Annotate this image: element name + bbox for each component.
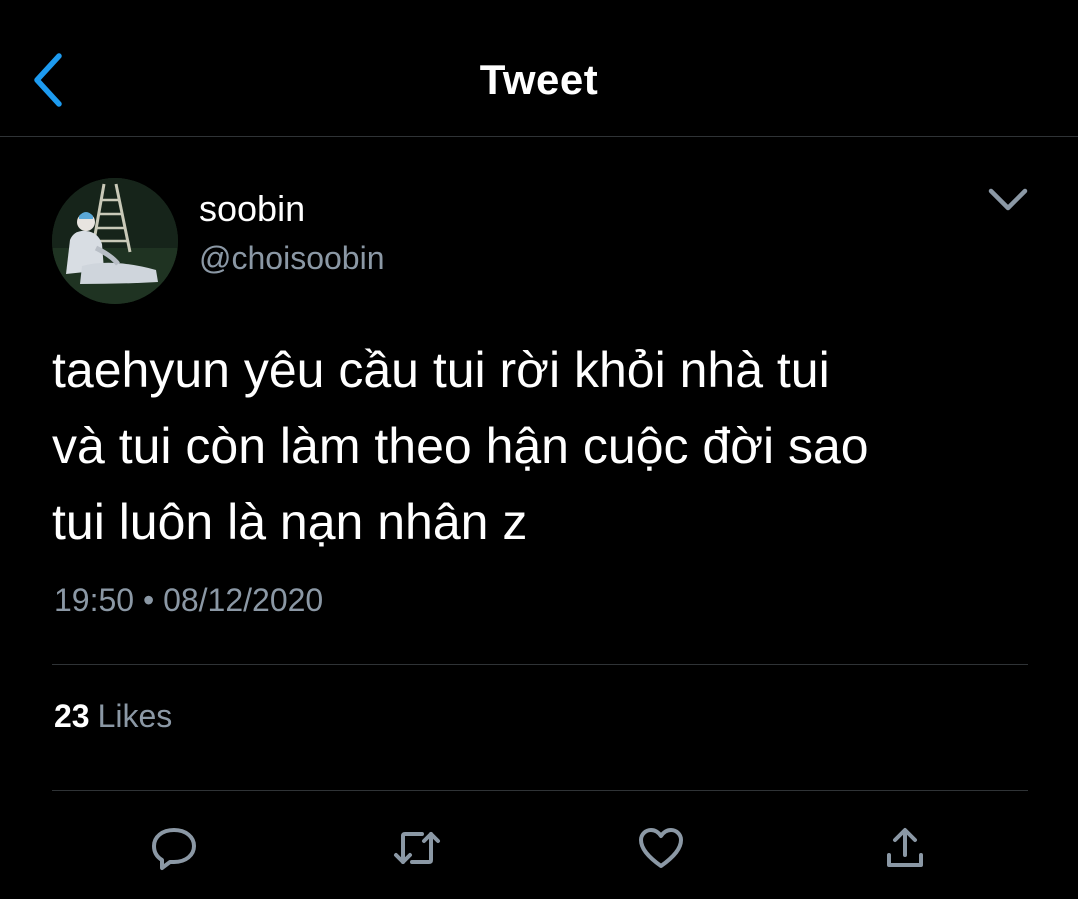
tweet-text-line: và tui còn làm theo hận cuộc đời sao: [52, 418, 869, 474]
likes-stat[interactable]: 23 Likes: [54, 698, 172, 735]
tweet-timestamp: 19:50 • 08/12/2020: [54, 582, 323, 619]
tweet-date: 08/12/2020: [163, 582, 324, 618]
timestamp-separator: •: [142, 582, 155, 618]
divider: [52, 790, 1028, 791]
author-handle[interactable]: @choisoobin: [199, 240, 384, 277]
heart-icon: [639, 828, 683, 868]
tweet-time: 19:50: [54, 582, 135, 618]
divider: [52, 664, 1028, 665]
tweet-text-line: tui luôn là nạn nhân z: [52, 494, 528, 550]
profile-photo: [52, 178, 178, 304]
chevron-down-icon: [988, 188, 1028, 211]
retweet-button[interactable]: [389, 820, 445, 876]
retweet-icon: [394, 832, 440, 864]
avatar[interactable]: [52, 178, 178, 304]
more-options-button[interactable]: [982, 178, 1034, 222]
reply-icon: [152, 828, 196, 870]
page-title: Tweet: [479, 56, 599, 103]
tweet-text: taehyun yêu cầu tui rời khỏi nhà tui và …: [52, 332, 1032, 560]
like-button[interactable]: [633, 820, 689, 876]
share-button[interactable]: [877, 820, 933, 876]
share-icon: [887, 828, 923, 867]
author-display-name[interactable]: soobin: [199, 188, 305, 230]
likes-label: Likes: [97, 698, 173, 734]
reply-button[interactable]: [146, 820, 202, 876]
tweet-text-line: taehyun yêu cầu tui rời khỏi nhà tui: [52, 342, 830, 398]
likes-count: 23: [54, 698, 90, 734]
top-bar: Tweet: [0, 0, 1078, 137]
